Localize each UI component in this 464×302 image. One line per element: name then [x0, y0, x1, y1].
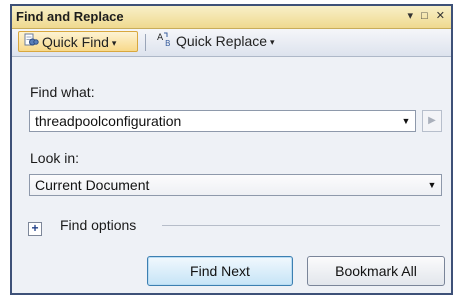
find-options-label[interactable]: Find options — [60, 217, 136, 233]
arrow-right-icon: ▶ — [428, 115, 436, 126]
toolbar-separator — [145, 34, 146, 51]
find-what-chevron-down-icon[interactable]: ▼ — [400, 114, 412, 128]
look-in-chevron-down-icon[interactable]: ▼ — [426, 178, 438, 192]
find-next-button[interactable]: Find Next — [147, 256, 293, 286]
bookmark-all-button[interactable]: Bookmark All — [307, 256, 445, 286]
find-what-value: threadpoolconfiguration — [35, 113, 182, 129]
quick-replace-label: Quick Replace — [176, 33, 268, 49]
look-in-value: Current Document — [35, 177, 150, 193]
quick-replace-chevron-down-icon: ▾ — [270, 36, 275, 47]
expression-builder-button[interactable]: ▶ — [422, 110, 442, 132]
plus-icon: + — [31, 221, 39, 235]
quick-find-button[interactable]: Quick Find ▾ — [18, 31, 138, 52]
window-controls: ▾ □ ✕ — [402, 9, 445, 22]
find-replace-window: Find and Replace ▾ □ ✕ Quick Find ▾ A B … — [10, 4, 453, 295]
title-bar[interactable]: Find and Replace ▾ □ ✕ — [12, 6, 451, 29]
svg-text:A: A — [157, 33, 164, 43]
quick-find-label: Quick Find — [42, 34, 109, 50]
look-in-label: Look in: — [30, 150, 80, 166]
find-options-expander[interactable]: + — [28, 222, 42, 236]
look-in-select[interactable]: Current Document ▼ — [29, 174, 442, 196]
svg-text:B: B — [165, 39, 171, 47]
quick-find-chevron-down-icon: ▾ — [111, 37, 117, 48]
close-icon[interactable]: ✕ — [436, 10, 445, 22]
quick-replace-button[interactable]: A B Quick Replace ▾ — [153, 31, 303, 52]
find-what-input[interactable]: threadpoolconfiguration ▼ — [29, 110, 416, 132]
window-title: Find and Replace — [16, 9, 124, 24]
pin-dropdown-icon[interactable]: ▾ — [407, 10, 413, 22]
binoculars-icon — [23, 32, 39, 54]
replace-icon: A B — [157, 31, 173, 53]
find-options-divider — [162, 225, 440, 226]
maximize-icon[interactable]: □ — [421, 10, 428, 22]
mode-toolbar: Quick Find ▾ A B Quick Replace ▾ — [12, 29, 451, 57]
find-what-label: Find what: — [30, 84, 95, 100]
